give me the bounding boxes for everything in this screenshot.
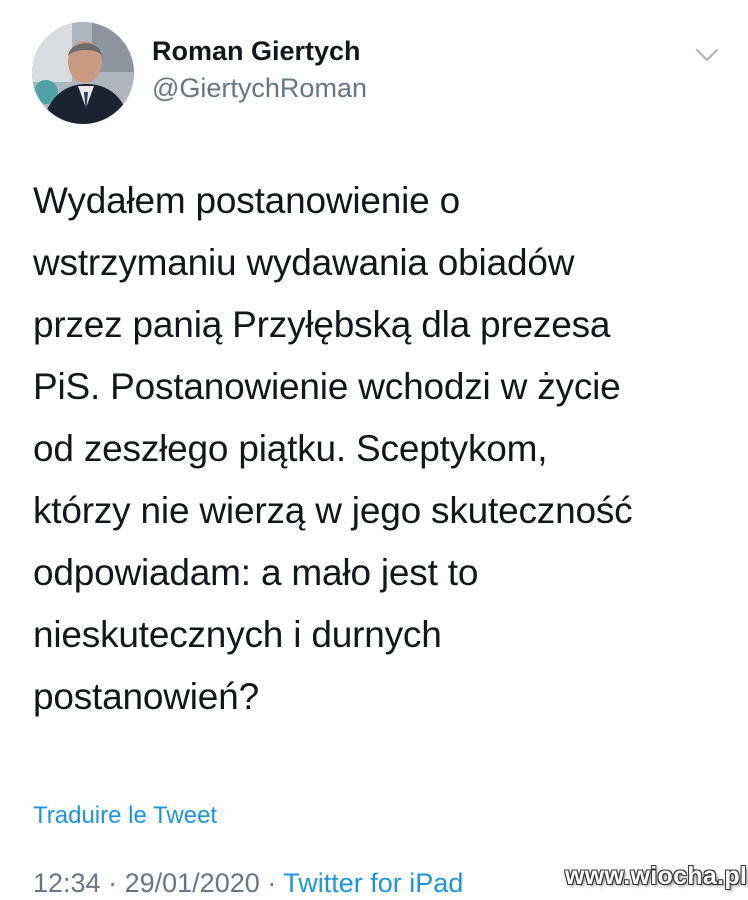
tweet-time: 12:34: [33, 868, 101, 898]
avatar[interactable]: [32, 22, 134, 124]
user-handle[interactable]: @GiertychRoman: [152, 73, 367, 104]
tweet-header: Roman Giertych @GiertychRoman: [0, 0, 748, 140]
display-name[interactable]: Roman Giertych: [152, 36, 361, 67]
meta-separator: ·: [267, 868, 277, 898]
meta-separator: ·: [108, 868, 118, 898]
watermark: www.wiocha.pl: [565, 862, 748, 890]
chevron-down-icon[interactable]: [690, 44, 724, 68]
translate-tweet-link[interactable]: Traduire le Tweet: [33, 802, 217, 830]
tweet-meta: 12:34 · 29/01/2020 · Twitter for iPad: [33, 868, 463, 899]
tweet-text: Wydałem postanowienie o wstrzymaniu wyda…: [33, 180, 633, 717]
tweet-source-link[interactable]: Twitter for iPad: [283, 868, 463, 898]
tweet-date: 29/01/2020: [124, 868, 260, 898]
